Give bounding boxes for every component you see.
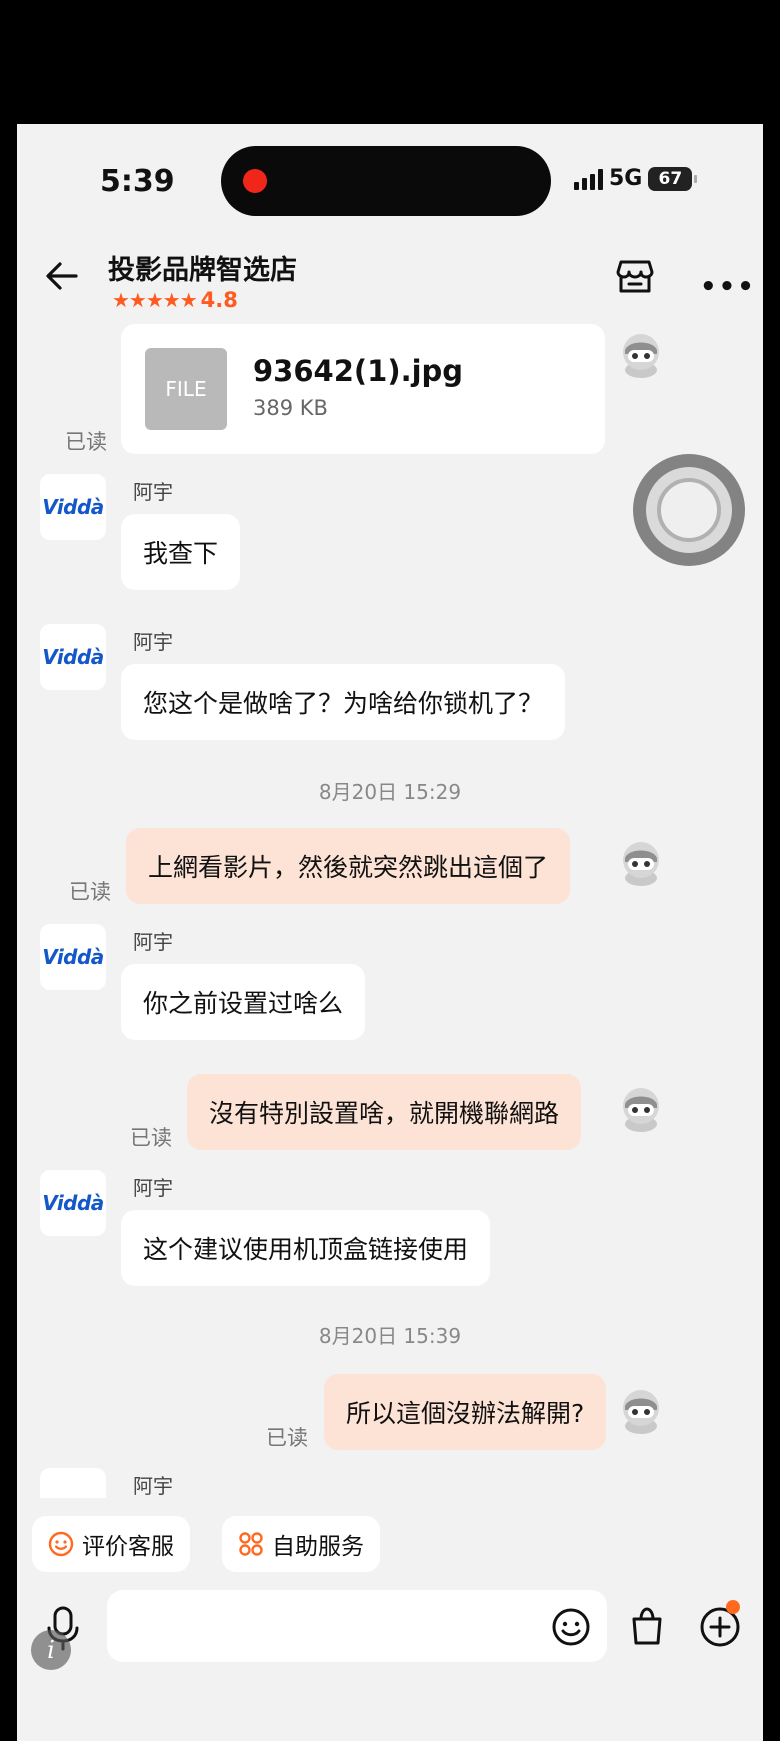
file-name: 93642(1).jpg	[253, 354, 464, 388]
agent-name: 阿宇	[133, 930, 173, 954]
signal-icon	[574, 168, 603, 190]
my-message-bubble[interactable]: 沒有特別設置啥，就開機聯網路	[187, 1074, 582, 1150]
smile-icon	[48, 1531, 74, 1557]
agent-avatar[interactable]: Viddà	[40, 624, 106, 690]
message-bubble[interactable]: 你之前设置过啥么	[121, 964, 366, 1040]
agent-name: 阿宇	[133, 1176, 173, 1200]
info-icon[interactable]: i	[31, 1630, 71, 1670]
timestamp: 8月20日 15:39	[318, 1324, 462, 1348]
notification-dot	[726, 1600, 740, 1614]
agent-avatar[interactable]	[40, 1468, 106, 1498]
shop-rating: ★★★★★ 4.8	[112, 288, 238, 312]
back-arrow-icon[interactable]	[42, 256, 82, 296]
my-message-bubble[interactable]: 所以這個沒辦法解開?	[324, 1374, 607, 1450]
shop-title[interactable]: 投影品牌智选店	[108, 248, 297, 287]
rating-stars: ★★★★★	[112, 288, 198, 312]
message-bubble[interactable]: 我查下	[121, 514, 241, 590]
rating-value: 4.8	[200, 288, 238, 312]
agent-avatar[interactable]: Viddà	[40, 474, 106, 540]
floating-assist-button[interactable]	[633, 454, 745, 566]
agent-name: 阿宇	[133, 1474, 173, 1498]
message-bubble[interactable]: 这个建议使用机顶盒链接使用	[121, 1210, 491, 1286]
agent-avatar[interactable]: Viddà	[40, 1170, 106, 1236]
battery-icon: 67	[648, 166, 698, 191]
read-status: 已读	[65, 430, 107, 454]
file-size: 389 KB	[253, 396, 328, 420]
more-icon[interactable]: •••	[700, 272, 756, 302]
self-service-label: 自助服务	[272, 1534, 364, 1560]
status-time: 5:39	[100, 164, 175, 199]
message-input[interactable]	[107, 1590, 607, 1662]
emoji-icon[interactable]	[551, 1607, 591, 1647]
robot-avatar-icon[interactable]	[615, 836, 667, 888]
dynamic-island	[221, 146, 551, 216]
grid-icon	[239, 1532, 263, 1556]
file-thumbnail: FILE	[145, 348, 227, 430]
bag-icon[interactable]	[627, 1605, 667, 1647]
rate-service-button[interactable]: 评价客服	[32, 1516, 190, 1572]
network-type: 5G	[609, 166, 643, 191]
status-indicators: 5G 67	[574, 166, 698, 191]
robot-avatar-icon[interactable]	[615, 1082, 667, 1134]
read-status: 已读	[130, 1126, 172, 1150]
store-icon[interactable]	[615, 258, 655, 296]
recording-dot-icon	[243, 169, 267, 193]
agent-name: 阿宇	[133, 630, 173, 654]
my-message-bubble[interactable]: 上網看影片，然後就突然跳出這個了	[126, 828, 571, 904]
read-status: 已读	[266, 1426, 308, 1450]
read-status: 已读	[69, 880, 111, 904]
message-bubble[interactable]: 您这个是做啥了？为啥给你锁机了？	[121, 664, 566, 740]
agent-avatar[interactable]: Viddà	[40, 924, 106, 990]
timestamp: 8月20日 15:29	[318, 780, 462, 804]
rate-service-label: 评价客服	[82, 1534, 174, 1560]
self-service-button[interactable]: 自助服务	[222, 1516, 380, 1572]
file-message[interactable]: FILE 93642(1).jpg 389 KB	[121, 324, 605, 454]
robot-avatar-icon[interactable]	[615, 328, 667, 380]
robot-avatar-icon[interactable]	[615, 1384, 667, 1436]
agent-name: 阿宇	[133, 480, 173, 504]
chat-screen: 5:39 5G 67 投影品牌智选店 ★★★★★ 4.8 ••• FILE 93…	[17, 124, 763, 1741]
